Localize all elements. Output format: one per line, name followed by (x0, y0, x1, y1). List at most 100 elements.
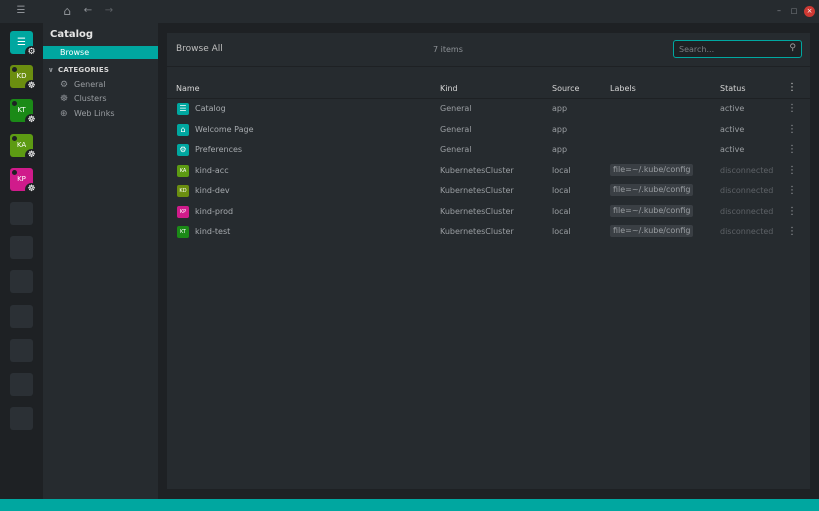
cell-source: local (552, 227, 571, 236)
cell-name: kind-dev (195, 186, 230, 195)
cell-name: Preferences (195, 145, 243, 154)
status-bar (0, 499, 819, 511)
cell-source: app (552, 145, 568, 154)
table-row[interactable]: KT kind-test KubernetesCluster local disconn… (167, 222, 810, 242)
hotbar-item-2[interactable]: KT ☸ (10, 99, 38, 128)
hotbar-empty-slot[interactable] (10, 236, 33, 260)
table-row[interactable]: KD kind-dev KubernetesCluster local disconne… (167, 181, 810, 201)
row-menu-icon[interactable]: ⋮ (787, 185, 797, 196)
sidebar-category-label: General (74, 80, 106, 89)
hotbar-item-0[interactable]: ☰ ⚙ (10, 31, 38, 59)
row-menu-icon[interactable]: ⋮ (787, 144, 797, 155)
hotbar-item-3[interactable]: KA ☸ (10, 133, 38, 162)
cell-kind: KubernetesCluster (440, 186, 514, 195)
hotbar-empty-slot[interactable] (10, 202, 33, 225)
cell-kind: KubernetesCluster (440, 206, 514, 216)
hotbar-empty-slot[interactable] (10, 304, 33, 328)
close-icon[interactable]: × (804, 6, 815, 17)
hamburger-menu-icon[interactable]: ☰ (14, 4, 28, 18)
cell-status: active (720, 104, 745, 113)
sidebar-title: Catalog (50, 29, 94, 40)
helm-wheel-icon: ☸ (25, 148, 38, 162)
search-input[interactable] (679, 43, 784, 55)
cell-source: app (552, 104, 568, 113)
sidebar-category-1[interactable]: ☸ Clusters (60, 93, 107, 105)
entity-icon: ☰ (177, 103, 189, 115)
hotbar-empty-slot[interactable] (10, 338, 33, 362)
column-header-kind[interactable]: Kind (440, 84, 458, 93)
catalog-panel: Browse All 7 items ⚲ Name Kind Source La… (167, 33, 810, 489)
search-box: ⚲ (673, 40, 802, 58)
hotbar-item-4[interactable]: KP ☸ (10, 167, 38, 196)
column-header-name[interactable]: Name (176, 84, 200, 93)
forward-arrow-icon[interactable]: → (102, 4, 116, 18)
row-menu-icon[interactable]: ⋮ (787, 103, 797, 114)
cell-status: active (720, 124, 745, 134)
helm-wheel-icon: ☸ (25, 80, 38, 94)
label-chip: file=~/.kube/config (610, 184, 694, 196)
cell-status: active (720, 145, 745, 154)
back-arrow-icon[interactable]: ← (81, 4, 95, 18)
sidebar-item-browse[interactable]: Browse (43, 46, 158, 59)
table-row[interactable]: ⚙ Preferences General app active ⋮ (167, 140, 810, 160)
table-row[interactable]: KA kind-acc KubernetesCluster local disconne… (167, 161, 810, 181)
label-chip: file=~/.kube/config (610, 163, 694, 176)
label-chip: file=~/.kube/config (610, 225, 694, 237)
cell-source: local (552, 206, 571, 216)
globe-icon: ⊕ (60, 108, 68, 119)
label-chip: file=~/.kube/config (610, 204, 694, 217)
sidebar-category-label: Web Links (74, 108, 115, 118)
cell-name: Catalog (195, 104, 226, 113)
cluster-avatar-icon: KD (177, 185, 189, 197)
cell-kind: General (440, 104, 472, 113)
cell-kind: General (440, 124, 472, 134)
hotbar-empty-slot[interactable] (10, 373, 33, 396)
cluster-avatar-icon: KT (177, 226, 189, 238)
row-menu-icon[interactable]: ⋮ (787, 226, 797, 237)
sidebar-category-0[interactable]: ⚙ General (60, 79, 106, 91)
page-title: Browse All (176, 44, 223, 54)
categories-toggle[interactable]: ∨ CATEGORIES (48, 66, 109, 74)
cell-kind: KubernetesCluster (440, 227, 514, 236)
cell-name: Welcome Page (195, 124, 254, 134)
table-row[interactable]: KP kind-prod KubernetesCluster local disconn… (167, 202, 810, 222)
column-menu-icon[interactable]: ⋮ (787, 82, 797, 93)
cluster-avatar-icon: KP (177, 205, 189, 218)
cell-status: disconnected (720, 206, 774, 216)
row-menu-icon[interactable]: ⋮ (787, 165, 797, 176)
cell-kind: General (440, 145, 472, 154)
cluster-avatar-icon: KA (177, 164, 189, 177)
cell-status: disconnected (720, 186, 774, 195)
row-menu-icon[interactable]: ⋮ (787, 124, 797, 135)
table-row[interactable]: ⌂ Welcome Page General app active ⋮ (167, 120, 810, 140)
cell-status: disconnected (720, 227, 774, 236)
column-header-status[interactable]: Status (720, 84, 746, 93)
column-header-labels[interactable]: Labels (610, 84, 636, 93)
categories-label: CATEGORIES (58, 66, 110, 74)
column-header-source[interactable]: Source (552, 84, 579, 93)
maximize-icon[interactable]: □ (789, 6, 799, 16)
home-icon[interactable]: ⌂ (60, 4, 74, 18)
hotbar-item-1[interactable]: KD ☸ (10, 65, 38, 94)
row-menu-icon[interactable]: ⋮ (787, 206, 797, 217)
cell-name: kind-test (195, 227, 231, 236)
search-icon: ⚲ (789, 43, 796, 53)
panel-header: Browse All 7 items ⚲ (167, 33, 810, 67)
hotbar-empty-slot[interactable] (10, 270, 33, 294)
items-count: 7 items (433, 45, 463, 54)
entity-icon: ⌂ (177, 123, 189, 136)
main-area: Browse All 7 items ⚲ Name Kind Source La… (158, 23, 819, 499)
catalog-sidebar: Catalog Browse ∨ CATEGORIES ⚙ General ☸ Clus… (43, 23, 158, 499)
entity-icon: ⚙ (177, 144, 189, 156)
gear-icon: ⚙ (60, 80, 69, 90)
gear-icon: ⚙ (25, 46, 38, 59)
cell-source: local (552, 186, 571, 195)
hotbar-empty-slot[interactable] (10, 407, 33, 431)
sidebar-category-label: Clusters (74, 94, 107, 104)
cell-name: kind-acc (195, 165, 229, 175)
table-row[interactable]: ☰ Catalog General app active ⋮ (167, 99, 810, 119)
cell-name: kind-prod (195, 206, 234, 216)
sidebar-category-2[interactable]: ⊕ Web Links (60, 108, 115, 120)
cell-source: local (552, 165, 571, 175)
minimize-icon[interactable]: – (774, 6, 784, 16)
